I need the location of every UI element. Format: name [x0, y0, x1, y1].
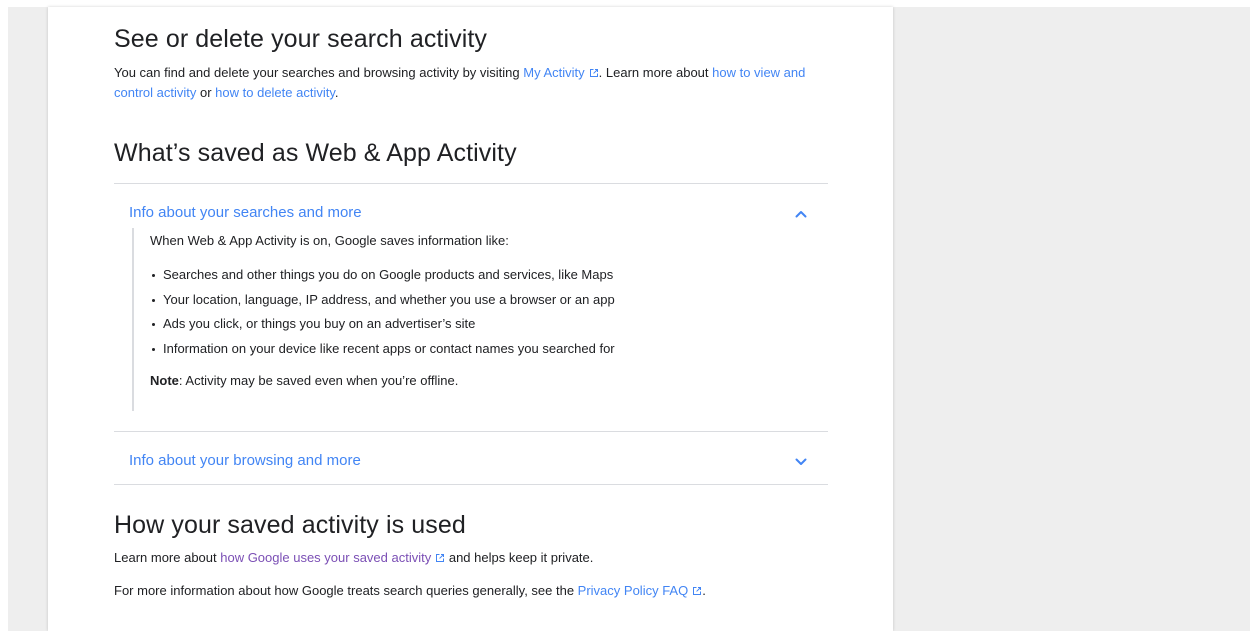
accordion-intro-text: When Web & App Activity is on, Google sa…	[150, 233, 509, 248]
list-item: Your location, language, IP address, and…	[150, 288, 615, 313]
chevron-down-icon[interactable]	[794, 455, 808, 469]
divider	[114, 183, 828, 184]
accordion-browsing-header[interactable]: Info about your browsing and more	[114, 439, 828, 483]
divider	[114, 431, 828, 432]
privacy-policy-faq-link[interactable]: Privacy Policy FAQ	[578, 583, 703, 598]
list-item: Searches and other things you do on Goog…	[150, 263, 615, 288]
my-activity-link[interactable]: My Activity	[523, 65, 598, 80]
open-in-new-icon	[435, 553, 445, 563]
paragraph-text: or	[196, 85, 216, 100]
section-title-web-app-activity: What’s saved as Web & App Activity	[114, 139, 517, 167]
saved-info-list: Searches and other things you do on Goog…	[150, 263, 615, 361]
help-article-card: See or delete your search activity You c…	[48, 7, 893, 631]
offline-note: Note: Activity may be saved even when yo…	[150, 371, 458, 391]
paragraph-text: . Learn more about	[598, 65, 713, 80]
note-text: : Activity may be saved even when you’re…	[178, 373, 459, 388]
accordion-browsing-title: Info about your browsing and more	[129, 452, 361, 469]
search-activity-paragraph: You can find and delete your searches an…	[114, 63, 828, 103]
list-item: Information on your device like recent a…	[150, 337, 615, 362]
list-item: Ads you click, or things you buy on an a…	[150, 312, 615, 337]
paragraph-text: For more information about how Google tr…	[114, 583, 578, 598]
open-in-new-icon	[589, 68, 599, 78]
delete-activity-link[interactable]: how to delete activity	[215, 85, 335, 100]
paragraph-text: .	[702, 583, 706, 598]
my-activity-link-label: My Activity	[523, 65, 585, 80]
chevron-up-icon[interactable]	[794, 207, 808, 221]
paragraph-text: You can find and delete your searches an…	[114, 65, 524, 80]
how-google-uses-activity-link[interactable]: how Google uses your saved activity	[220, 550, 445, 565]
paragraph-text: Learn more about	[114, 550, 221, 565]
paragraph-text: and helps keep it private.	[445, 550, 594, 565]
paragraph-text: .	[334, 85, 339, 100]
section-title-search-activity: See or delete your search activity	[114, 25, 488, 53]
privacy-faq-paragraph: For more information about how Google tr…	[114, 581, 706, 601]
note-label: Note	[150, 373, 179, 388]
activity-used-paragraph: Learn more about how Google uses your sa…	[114, 548, 593, 568]
accordion-searches-content: When Web & App Activity is on, Google sa…	[132, 228, 814, 411]
section-title-activity-used: How your saved activity is used	[114, 511, 466, 539]
privacy-policy-faq-link-label: Privacy Policy FAQ	[577, 583, 689, 598]
accordion-searches-title: Info about your searches and more	[129, 204, 362, 221]
how-google-uses-activity-link-label: how Google uses your saved activity	[220, 550, 432, 565]
divider	[114, 484, 828, 485]
open-in-new-icon	[692, 586, 702, 596]
